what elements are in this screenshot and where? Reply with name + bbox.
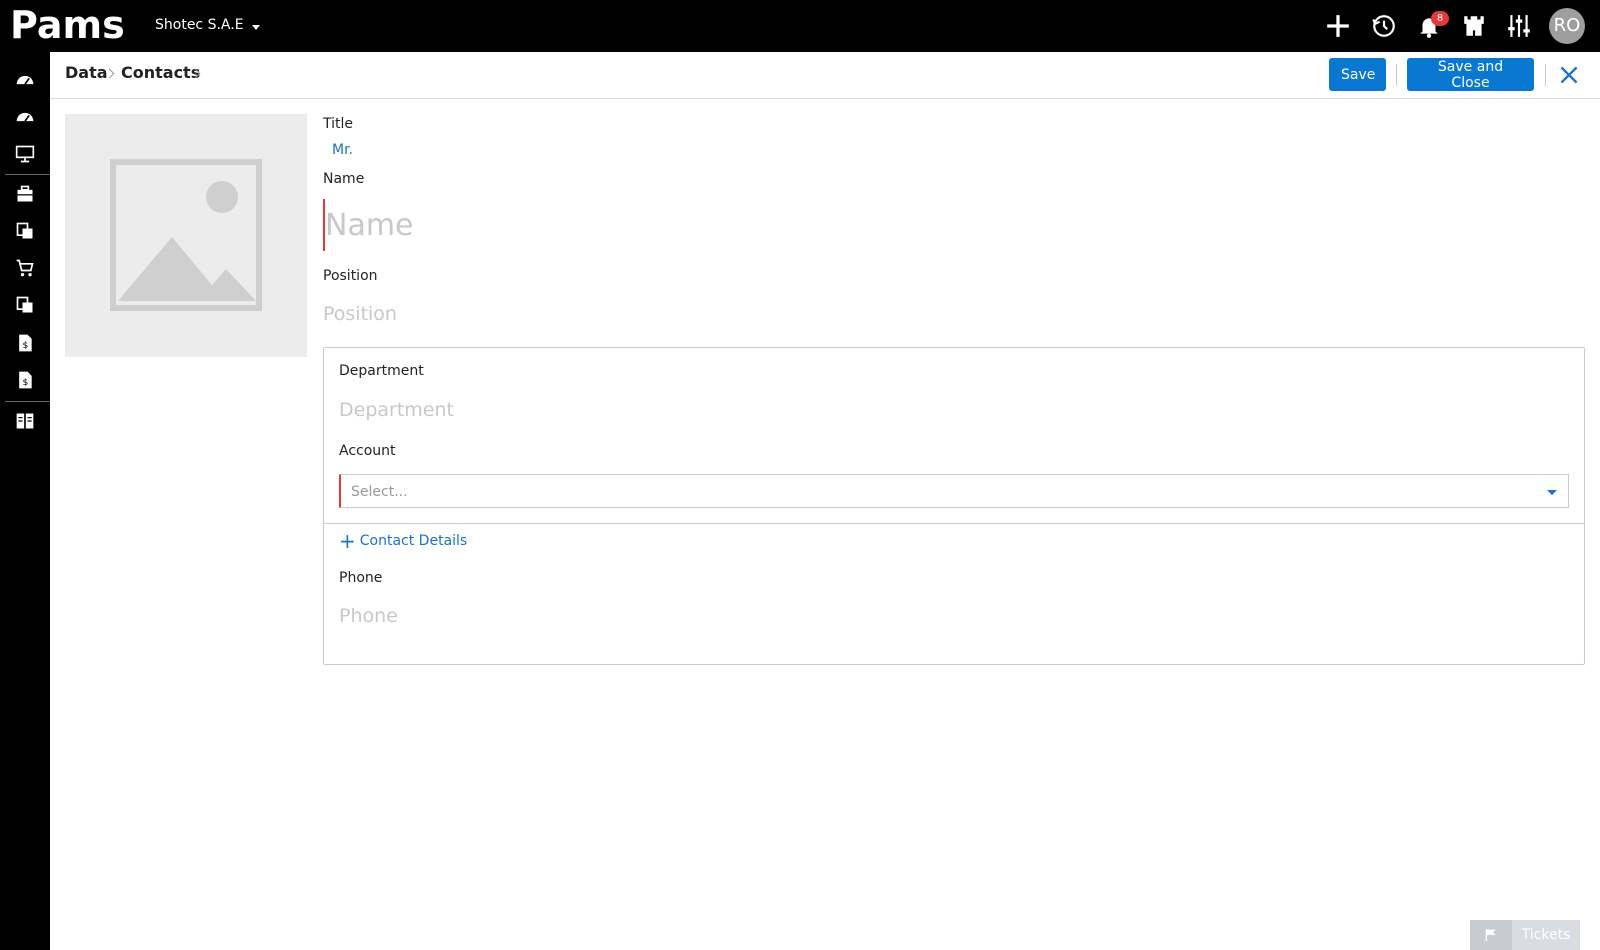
sidebar-item-dashboard-2[interactable] bbox=[0, 99, 50, 135]
account-select-placeholder: Select... bbox=[351, 484, 408, 500]
caret-down-icon bbox=[1547, 490, 1557, 495]
bell-icon[interactable]: 8 bbox=[1414, 10, 1449, 42]
plus-icon: + bbox=[339, 529, 356, 553]
title-value[interactable]: Mr. bbox=[332, 142, 353, 158]
sidebar-item-dashboard[interactable] bbox=[0, 62, 50, 98]
save-and-close-button[interactable]: Save and Close bbox=[1407, 58, 1534, 91]
logo-text: Pams bbox=[10, 4, 125, 47]
breadcrumb-data[interactable]: Data bbox=[65, 63, 108, 82]
close-icon[interactable] bbox=[1556, 62, 1582, 88]
monitor-icon bbox=[15, 145, 35, 163]
title-label: Title bbox=[323, 116, 354, 132]
add-contact-details-link[interactable]: + Contact Details bbox=[339, 529, 468, 553]
save-button[interactable]: Save bbox=[1329, 58, 1386, 91]
svg-text:$: $ bbox=[23, 340, 29, 351]
name-input[interactable] bbox=[325, 202, 1565, 248]
dashboard-icon bbox=[16, 75, 34, 85]
company-name: Shotec S.A.E bbox=[155, 17, 244, 33]
documents-icon bbox=[16, 222, 33, 239]
sliders-icon[interactable] bbox=[1504, 10, 1534, 42]
castle-icon[interactable] bbox=[1459, 10, 1489, 42]
flag-icon bbox=[1470, 920, 1512, 950]
sidebar: $ $ bbox=[0, 52, 50, 950]
breadcrumb-contacts[interactable]: Contacts bbox=[121, 63, 200, 82]
sidebar-item-layout[interactable] bbox=[0, 403, 50, 439]
invoice-icon: $ bbox=[19, 334, 32, 352]
divider bbox=[1545, 64, 1546, 86]
department-label: Department bbox=[339, 363, 424, 379]
history-icon[interactable] bbox=[1369, 10, 1399, 42]
sidebar-item-monitor[interactable] bbox=[0, 136, 50, 172]
sidebar-divider bbox=[5, 174, 50, 175]
sidebar-item-documents[interactable] bbox=[0, 213, 50, 249]
invoice-icon: $ bbox=[19, 371, 32, 389]
tickets-button[interactable]: Tickets bbox=[1470, 920, 1580, 950]
cart-icon bbox=[16, 259, 34, 277]
svg-text:$: $ bbox=[23, 377, 29, 388]
phone-label: Phone bbox=[339, 570, 383, 586]
account-label: Account bbox=[339, 443, 396, 459]
panel-divider bbox=[323, 523, 1585, 524]
sidebar-item-invoice[interactable]: $ bbox=[0, 325, 50, 361]
tickets-label: Tickets bbox=[1521, 927, 1571, 943]
briefcase-icon bbox=[17, 185, 33, 202]
contact-photo-placeholder[interactable] bbox=[65, 114, 307, 357]
top-bar: Pams Shotec S.A.E 8 RO bbox=[0, 0, 1600, 52]
account-select[interactable]: Select... bbox=[339, 474, 1569, 508]
caret-down-icon bbox=[251, 25, 260, 30]
image-placeholder-icon bbox=[110, 159, 262, 311]
sidebar-divider bbox=[5, 401, 50, 402]
page-header: Data Contacts Save Save and Close bbox=[50, 52, 1600, 99]
department-input[interactable] bbox=[339, 395, 1559, 425]
dashboard-icon bbox=[16, 112, 34, 122]
sidebar-item-invoice-2[interactable]: $ bbox=[0, 362, 50, 398]
name-label: Name bbox=[323, 171, 365, 187]
sidebar-item-briefcase[interactable] bbox=[0, 176, 50, 212]
divider bbox=[1396, 64, 1397, 86]
position-input[interactable] bbox=[323, 299, 1563, 329]
layout-icon bbox=[16, 413, 34, 429]
user-avatar[interactable]: RO bbox=[1549, 8, 1585, 44]
sidebar-item-cart[interactable] bbox=[0, 250, 50, 286]
documents-icon bbox=[16, 296, 33, 313]
pams-logo[interactable]: Pams bbox=[10, 3, 130, 48]
sidebar-item-documents-2[interactable] bbox=[0, 287, 50, 323]
phone-input[interactable] bbox=[339, 601, 1559, 631]
contact-details-label: Contact Details bbox=[359, 533, 468, 549]
notification-badge: 8 bbox=[1431, 11, 1449, 26]
position-label: Position bbox=[323, 268, 378, 284]
company-selector[interactable]: Shotec S.A.E bbox=[155, 17, 260, 33]
plus-icon[interactable] bbox=[1323, 10, 1353, 42]
